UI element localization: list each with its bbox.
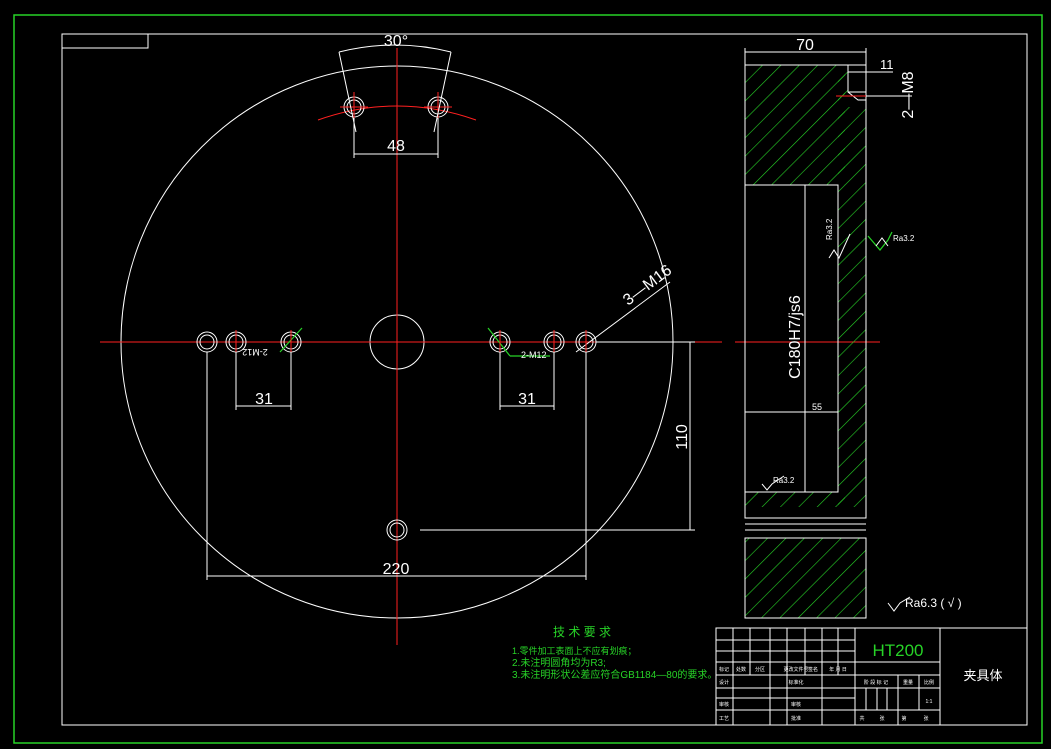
hatch-lower-block [745, 538, 866, 618]
m8-hole-clear [848, 65, 866, 107]
section-width-dimension: 70 [796, 37, 814, 54]
vertical-offset-dimension: 110 [674, 424, 691, 450]
sheet-total-unit: 张 [879, 715, 884, 722]
right-spacing-dimension: 31 [518, 391, 536, 408]
roughness-inner: Ra3.2 [825, 218, 834, 240]
outer-frame [13, 14, 1043, 744]
hatch-right-wall [838, 65, 866, 507]
material-label: HT200 [872, 641, 923, 660]
mid-label-standard: 标准化 [788, 679, 803, 686]
scale-value: 1:1 [926, 699, 933, 705]
row-label-process: 工艺 [719, 716, 729, 722]
tech-requirement-3: 3.未注明形状公差应符合GB1184—80的要求。 [512, 668, 717, 681]
rev-header-count: 处数 [736, 666, 746, 673]
stage-header: 阶 段 标 记 [864, 679, 888, 686]
bottom-span-dimension: 220 [383, 561, 410, 578]
part-name: 夹具体 [963, 668, 1002, 683]
rev-header-mark: 标记 [719, 666, 729, 673]
rev-header-date: 年 月 日 [829, 666, 847, 673]
hatch-bottom-left [745, 492, 845, 507]
sheet-total-label: 共 [859, 715, 864, 722]
left-thread-callout: 2-M12 [242, 347, 268, 357]
small-dimension: 11 [880, 57, 894, 72]
sheet-no-label: 第 [901, 715, 906, 722]
sheet-no-unit: 张 [923, 715, 928, 722]
section-view: 70 11 2—M8 C180H7/js6 55 Ra3.2 Ra3.2 Ra3… [744, 37, 962, 619]
angle-ext-left [338, 51, 357, 133]
roughness-outer: Ra3.2 [893, 234, 915, 243]
hatch-top-left [745, 65, 845, 185]
general-roughness: Ra6.3 ( √ ) [905, 596, 962, 610]
tech-requirements-title: 技 术 要 求 [553, 625, 611, 639]
row-label-review: 审核 [719, 701, 729, 708]
weight-header: 重量 [903, 679, 913, 686]
mid-label-approve: 批准 [791, 715, 801, 722]
rev-header-zone: 分区 [755, 666, 765, 673]
angle-dimension: 30° [384, 33, 408, 50]
tech-requirement-1: 1.零件加工表面上不应有划痕； [512, 645, 637, 656]
left-spacing-dimension: 31 [255, 391, 273, 408]
corner-code-box [61, 33, 149, 49]
right-thread-callout: 2-M12 [521, 350, 547, 360]
scale-header: 比例 [924, 679, 934, 686]
depth-dimension: 55 [812, 402, 822, 412]
top-spacing-dimension: 48 [387, 138, 405, 155]
roughness-bottom: Ra3.2 [773, 476, 795, 485]
bore-dimension: C180H7/js6 [787, 295, 804, 379]
mid-label-review: 审核 [791, 701, 801, 708]
row-label-design: 设计 [719, 679, 729, 686]
m8-thread-callout: 2—M8 [900, 71, 917, 118]
tech-requirement-2: 2.未注明圆角均为R3; [512, 656, 606, 669]
rev-header-docno: 更改文件号 [783, 666, 808, 673]
tech-requirements: 技 术 要 求 1.零件加工表面上不应有划痕； 2.未注明圆角均为R3; 3.未… [512, 625, 717, 681]
angle-ext-right [433, 51, 452, 133]
rev-header-sign: 签名 [808, 666, 818, 673]
cad-drawing: 30° 48 2-M12 2-M12 3—M16 31 31 220 110 7… [13, 14, 1043, 744]
